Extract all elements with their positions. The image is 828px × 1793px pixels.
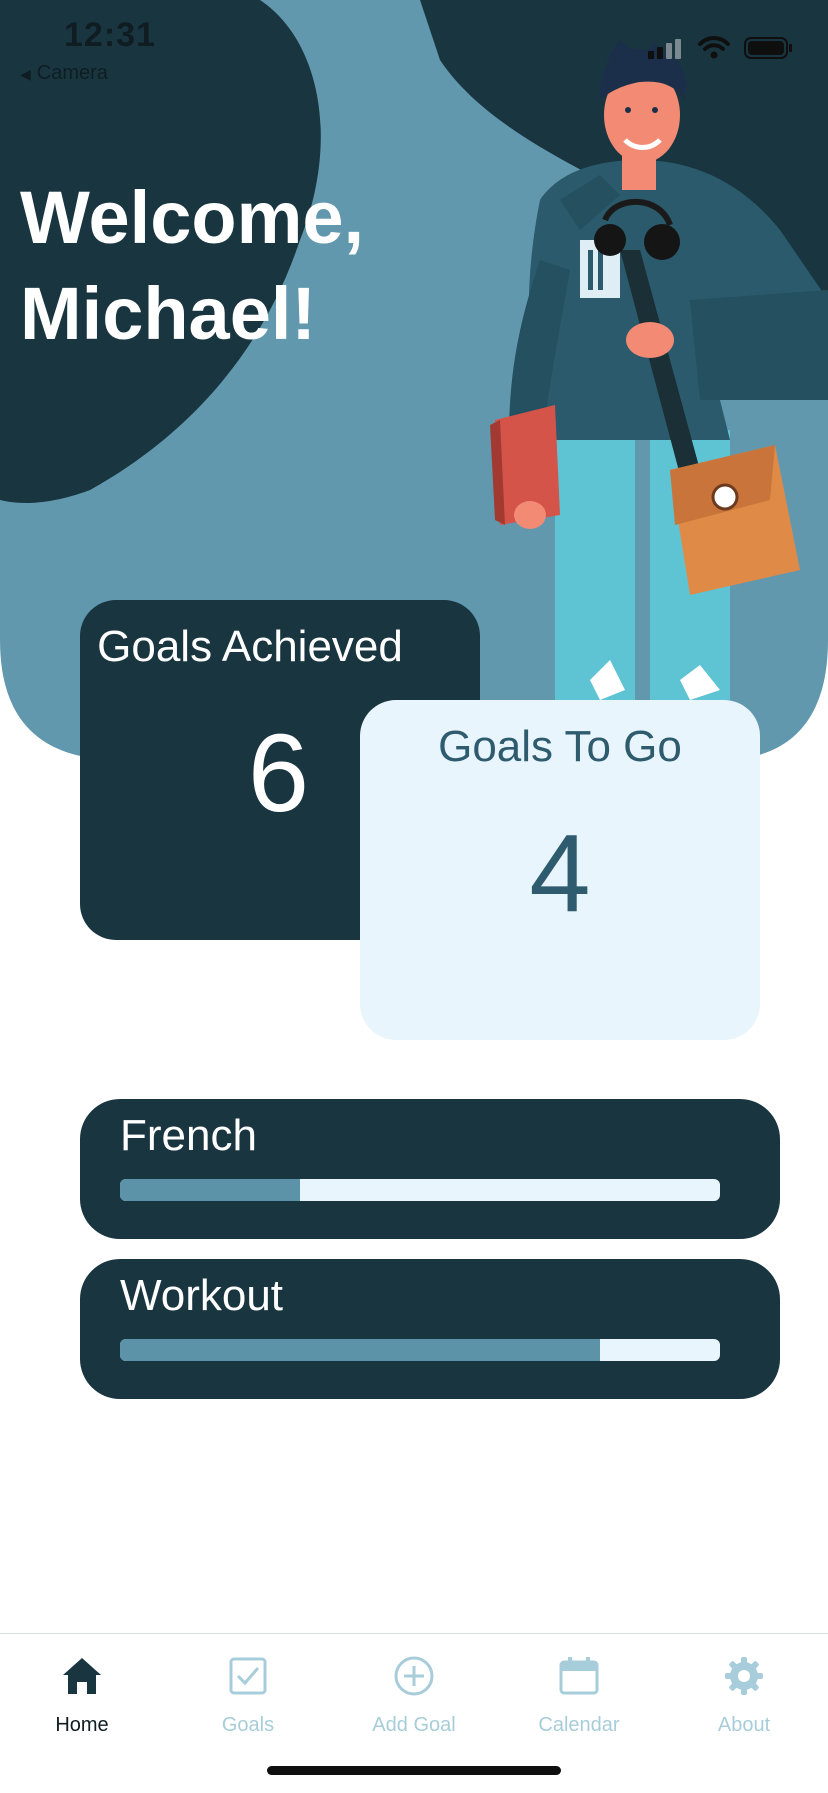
tab-label: Calendar (538, 1714, 620, 1736)
welcome-heading: Welcome, Michael! (20, 170, 364, 362)
goals-to-go-count: 4 (529, 812, 591, 935)
checkbox-icon (229, 1657, 267, 1695)
calendar-icon (559, 1657, 599, 1695)
plus-circle-icon (394, 1656, 434, 1696)
home-icon (63, 1658, 101, 1694)
goals-to-go-card: Goals To Go 4 (360, 700, 760, 1040)
tab-label: About (717, 1714, 771, 1736)
welcome-line-2: Michael! (20, 272, 317, 355)
welcome-line-1: Welcome, (20, 176, 365, 259)
tab-add-goal[interactable]: Add Goal (349, 1644, 479, 1737)
back-to-app-link[interactable]: ◀ Camera (20, 62, 108, 85)
goal-name: Workout (120, 1271, 284, 1320)
goal-card-french[interactable]: French (80, 1099, 780, 1239)
back-arrow-icon: ◀ (20, 66, 31, 82)
goal-progress-fill (120, 1179, 300, 1201)
tab-about[interactable]: About (679, 1644, 809, 1737)
tab-label: Add Goal (372, 1714, 456, 1736)
goal-progress-fill (120, 1339, 600, 1361)
home-indicator[interactable] (267, 1766, 561, 1775)
tab-goals[interactable]: Goals (183, 1644, 313, 1737)
goal-card-workout[interactable]: Workout (80, 1259, 780, 1399)
goal-progress-bar (120, 1179, 720, 1201)
goal-name: French (120, 1111, 257, 1160)
status-time: 12:31 (64, 16, 156, 54)
back-label: Camera (36, 62, 108, 84)
tab-calendar[interactable]: Calendar (514, 1644, 644, 1737)
tab-label: Goals (221, 1714, 275, 1736)
tab-home[interactable]: Home (17, 1644, 147, 1737)
wifi-icon (698, 36, 730, 59)
goal-progress-bar (120, 1339, 720, 1361)
status-icons (648, 36, 794, 60)
signal-icon (648, 39, 681, 59)
gear-icon (725, 1657, 763, 1695)
goals-to-go-label: Goals To Go (438, 722, 682, 771)
tab-label: Home (55, 1714, 109, 1736)
goals-achieved-label: Goals Achieved (97, 622, 403, 671)
status-bar: 12:31 ◀ Camera (0, 0, 828, 90)
battery-icon (744, 37, 792, 59)
